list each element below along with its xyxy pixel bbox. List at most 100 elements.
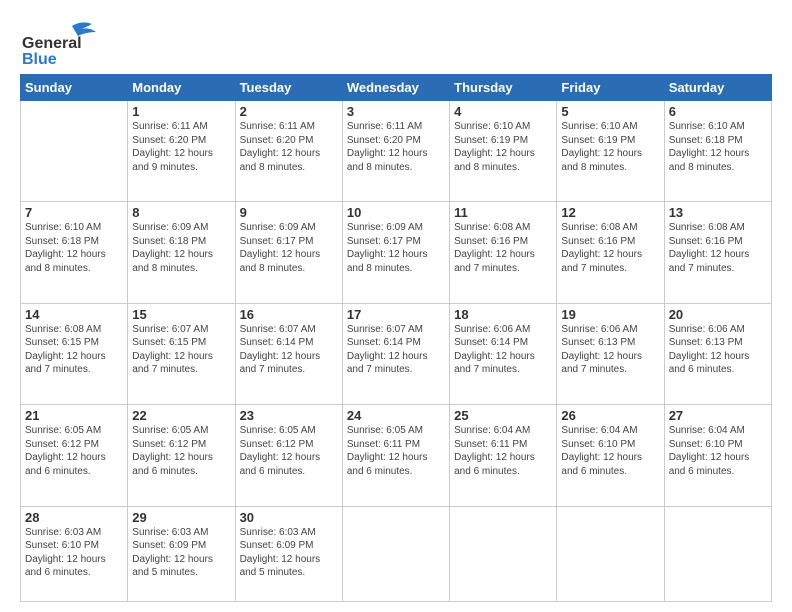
calendar-week-row: 21Sunrise: 6:05 AM Sunset: 6:12 PM Dayli… — [21, 405, 772, 506]
day-info: Sunrise: 6:04 AM Sunset: 6:10 PM Dayligh… — [561, 424, 659, 478]
day-number: 13 — [669, 205, 767, 220]
weekday-header: Friday — [557, 75, 664, 101]
calendar-day-cell: 28Sunrise: 6:03 AM Sunset: 6:10 PM Dayli… — [21, 506, 128, 601]
day-number: 26 — [561, 408, 659, 423]
calendar-day-cell: 6Sunrise: 6:10 AM Sunset: 6:18 PM Daylig… — [664, 101, 771, 202]
calendar-day-cell: 5Sunrise: 6:10 AM Sunset: 6:19 PM Daylig… — [557, 101, 664, 202]
day-number: 10 — [347, 205, 445, 220]
weekday-header: Monday — [128, 75, 235, 101]
day-info: Sunrise: 6:10 AM Sunset: 6:19 PM Dayligh… — [561, 120, 659, 174]
calendar-day-cell: 7Sunrise: 6:10 AM Sunset: 6:18 PM Daylig… — [21, 202, 128, 303]
day-number: 30 — [240, 510, 338, 525]
day-info: Sunrise: 6:11 AM Sunset: 6:20 PM Dayligh… — [240, 120, 338, 174]
calendar-day-cell — [342, 506, 449, 601]
day-info: Sunrise: 6:09 AM Sunset: 6:17 PM Dayligh… — [240, 221, 338, 275]
day-info: Sunrise: 6:05 AM Sunset: 6:12 PM Dayligh… — [132, 424, 230, 478]
svg-text:Blue: Blue — [22, 51, 57, 64]
calendar-day-cell: 20Sunrise: 6:06 AM Sunset: 6:13 PM Dayli… — [664, 303, 771, 404]
day-info: Sunrise: 6:11 AM Sunset: 6:20 PM Dayligh… — [132, 120, 230, 174]
day-number: 9 — [240, 205, 338, 220]
calendar-day-cell: 19Sunrise: 6:06 AM Sunset: 6:13 PM Dayli… — [557, 303, 664, 404]
calendar-week-row: 7Sunrise: 6:10 AM Sunset: 6:18 PM Daylig… — [21, 202, 772, 303]
day-number: 29 — [132, 510, 230, 525]
day-info: Sunrise: 6:06 AM Sunset: 6:13 PM Dayligh… — [561, 323, 659, 377]
calendar-day-cell: 25Sunrise: 6:04 AM Sunset: 6:11 PM Dayli… — [450, 405, 557, 506]
day-number: 6 — [669, 104, 767, 119]
calendar-day-cell: 3Sunrise: 6:11 AM Sunset: 6:20 PM Daylig… — [342, 101, 449, 202]
day-number: 7 — [25, 205, 123, 220]
calendar-day-cell: 9Sunrise: 6:09 AM Sunset: 6:17 PM Daylig… — [235, 202, 342, 303]
calendar-day-cell: 14Sunrise: 6:08 AM Sunset: 6:15 PM Dayli… — [21, 303, 128, 404]
day-info: Sunrise: 6:05 AM Sunset: 6:12 PM Dayligh… — [240, 424, 338, 478]
day-info: Sunrise: 6:03 AM Sunset: 6:09 PM Dayligh… — [240, 526, 338, 580]
calendar-day-cell: 4Sunrise: 6:10 AM Sunset: 6:19 PM Daylig… — [450, 101, 557, 202]
day-info: Sunrise: 6:04 AM Sunset: 6:10 PM Dayligh… — [669, 424, 767, 478]
calendar-day-cell: 2Sunrise: 6:11 AM Sunset: 6:20 PM Daylig… — [235, 101, 342, 202]
day-number: 2 — [240, 104, 338, 119]
day-number: 3 — [347, 104, 445, 119]
day-number: 19 — [561, 307, 659, 322]
day-number: 15 — [132, 307, 230, 322]
calendar-day-cell: 10Sunrise: 6:09 AM Sunset: 6:17 PM Dayli… — [342, 202, 449, 303]
weekday-header: Saturday — [664, 75, 771, 101]
calendar-week-row: 28Sunrise: 6:03 AM Sunset: 6:10 PM Dayli… — [21, 506, 772, 601]
calendar-day-cell: 23Sunrise: 6:05 AM Sunset: 6:12 PM Dayli… — [235, 405, 342, 506]
calendar-day-cell — [664, 506, 771, 601]
day-number: 23 — [240, 408, 338, 423]
day-number: 24 — [347, 408, 445, 423]
day-info: Sunrise: 6:08 AM Sunset: 6:16 PM Dayligh… — [561, 221, 659, 275]
day-number: 20 — [669, 307, 767, 322]
day-number: 28 — [25, 510, 123, 525]
calendar-day-cell: 22Sunrise: 6:05 AM Sunset: 6:12 PM Dayli… — [128, 405, 235, 506]
day-info: Sunrise: 6:07 AM Sunset: 6:15 PM Dayligh… — [132, 323, 230, 377]
weekday-header-row: SundayMondayTuesdayWednesdayThursdayFrid… — [21, 75, 772, 101]
day-info: Sunrise: 6:08 AM Sunset: 6:16 PM Dayligh… — [454, 221, 552, 275]
day-number: 12 — [561, 205, 659, 220]
day-info: Sunrise: 6:06 AM Sunset: 6:13 PM Dayligh… — [669, 323, 767, 377]
calendar-day-cell: 11Sunrise: 6:08 AM Sunset: 6:16 PM Dayli… — [450, 202, 557, 303]
day-number: 22 — [132, 408, 230, 423]
calendar-day-cell: 26Sunrise: 6:04 AM Sunset: 6:10 PM Dayli… — [557, 405, 664, 506]
logo: General Blue — [20, 18, 104, 64]
day-number: 11 — [454, 205, 552, 220]
weekday-header: Tuesday — [235, 75, 342, 101]
calendar-day-cell: 13Sunrise: 6:08 AM Sunset: 6:16 PM Dayli… — [664, 202, 771, 303]
day-number: 16 — [240, 307, 338, 322]
calendar-day-cell: 30Sunrise: 6:03 AM Sunset: 6:09 PM Dayli… — [235, 506, 342, 601]
day-info: Sunrise: 6:03 AM Sunset: 6:09 PM Dayligh… — [132, 526, 230, 580]
day-info: Sunrise: 6:10 AM Sunset: 6:18 PM Dayligh… — [669, 120, 767, 174]
calendar-day-cell — [557, 506, 664, 601]
day-info: Sunrise: 6:10 AM Sunset: 6:19 PM Dayligh… — [454, 120, 552, 174]
calendar-day-cell: 8Sunrise: 6:09 AM Sunset: 6:18 PM Daylig… — [128, 202, 235, 303]
weekday-header: Wednesday — [342, 75, 449, 101]
day-number: 14 — [25, 307, 123, 322]
day-number: 27 — [669, 408, 767, 423]
calendar-day-cell: 18Sunrise: 6:06 AM Sunset: 6:14 PM Dayli… — [450, 303, 557, 404]
day-info: Sunrise: 6:05 AM Sunset: 6:11 PM Dayligh… — [347, 424, 445, 478]
day-info: Sunrise: 6:09 AM Sunset: 6:18 PM Dayligh… — [132, 221, 230, 275]
day-number: 21 — [25, 408, 123, 423]
header: General Blue — [20, 18, 772, 64]
logo-svg: General Blue — [20, 18, 100, 64]
day-info: Sunrise: 6:07 AM Sunset: 6:14 PM Dayligh… — [347, 323, 445, 377]
day-info: Sunrise: 6:10 AM Sunset: 6:18 PM Dayligh… — [25, 221, 123, 275]
calendar-day-cell: 24Sunrise: 6:05 AM Sunset: 6:11 PM Dayli… — [342, 405, 449, 506]
day-number: 18 — [454, 307, 552, 322]
day-info: Sunrise: 6:09 AM Sunset: 6:17 PM Dayligh… — [347, 221, 445, 275]
day-number: 17 — [347, 307, 445, 322]
calendar-week-row: 14Sunrise: 6:08 AM Sunset: 6:15 PM Dayli… — [21, 303, 772, 404]
day-info: Sunrise: 6:04 AM Sunset: 6:11 PM Dayligh… — [454, 424, 552, 478]
page: General Blue SundayMondayTuesdayWednesda… — [0, 0, 792, 612]
calendar-day-cell: 15Sunrise: 6:07 AM Sunset: 6:15 PM Dayli… — [128, 303, 235, 404]
weekday-header: Thursday — [450, 75, 557, 101]
calendar-week-row: 1Sunrise: 6:11 AM Sunset: 6:20 PM Daylig… — [21, 101, 772, 202]
calendar-day-cell: 17Sunrise: 6:07 AM Sunset: 6:14 PM Dayli… — [342, 303, 449, 404]
calendar-day-cell — [21, 101, 128, 202]
calendar-day-cell: 12Sunrise: 6:08 AM Sunset: 6:16 PM Dayli… — [557, 202, 664, 303]
day-info: Sunrise: 6:05 AM Sunset: 6:12 PM Dayligh… — [25, 424, 123, 478]
calendar-table: SundayMondayTuesdayWednesdayThursdayFrid… — [20, 74, 772, 602]
calendar-day-cell — [450, 506, 557, 601]
svg-text:General: General — [22, 35, 82, 52]
logo-image: General Blue — [20, 18, 100, 64]
day-info: Sunrise: 6:06 AM Sunset: 6:14 PM Dayligh… — [454, 323, 552, 377]
